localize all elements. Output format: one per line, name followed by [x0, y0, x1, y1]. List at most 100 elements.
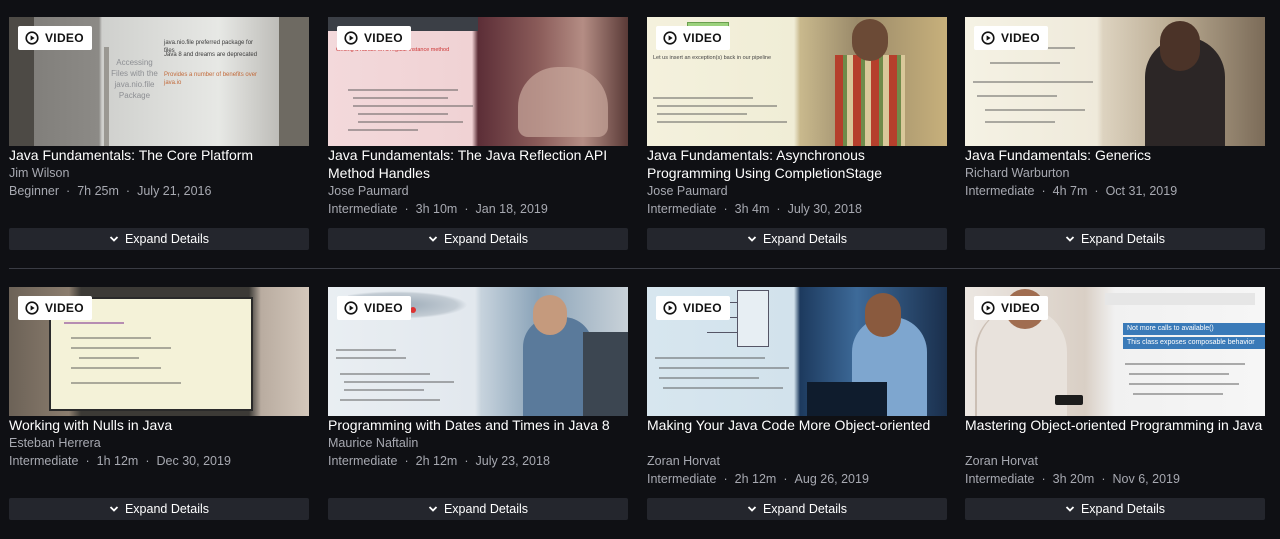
expand-details-label: Expand Details: [124, 502, 210, 516]
expand-details-label: Expand Details: [762, 232, 848, 246]
expand-details-label: Expand Details: [1080, 502, 1166, 516]
course-card[interactable]: Getting a handle on a regular instance m…: [328, 17, 628, 252]
course-level: Intermediate: [328, 454, 398, 468]
meta-separator: ·: [66, 184, 71, 198]
meta-separator: ·: [145, 454, 150, 468]
course-card[interactable]: VIDEO Making Your Java Code More Object-…: [647, 287, 947, 522]
course-author[interactable]: Esteban Herrera: [9, 434, 309, 452]
course-title[interactable]: Working with Nulls in Java: [9, 416, 309, 434]
course-title[interactable]: Java Fundamentals: Asynchronous Programm…: [647, 146, 947, 182]
course-level: Intermediate: [647, 472, 717, 486]
course-date: Aug 26, 2019: [794, 472, 869, 486]
course-date: Jan 18, 2019: [475, 202, 548, 216]
course-title[interactable]: Programming with Dates and Times in Java…: [328, 416, 628, 434]
course-meta: Intermediate · 3h 10m · Jan 18, 2019: [328, 200, 628, 218]
expand-details-button[interactable]: Expand Details: [9, 228, 309, 250]
meta-separator: ·: [776, 202, 781, 216]
expand-details-label: Expand Details: [443, 502, 529, 516]
course-title[interactable]: Java Fundamentals: The Java Reflection A…: [328, 146, 628, 182]
chevron-down-icon: [428, 506, 438, 512]
video-badge: VIDEO: [18, 296, 92, 320]
course-duration: 2h 12m: [734, 472, 777, 486]
course-author[interactable]: Zoran Horvat: [965, 452, 1265, 470]
course-level: Intermediate: [647, 202, 717, 216]
course-title[interactable]: Making Your Java Code More Object-orient…: [647, 416, 947, 434]
course-card[interactable]: Accessing Files with the java.nio.file P…: [9, 17, 309, 252]
expand-details-button[interactable]: Expand Details: [965, 228, 1265, 250]
course-author[interactable]: Jim Wilson: [9, 164, 309, 182]
expand-details-button[interactable]: Expand Details: [647, 228, 947, 250]
expand-details-button[interactable]: Expand Details: [328, 228, 628, 250]
course-title[interactable]: Mastering Object-oriented Programming in…: [965, 416, 1265, 434]
course-author[interactable]: Zoran Horvat: [647, 452, 947, 470]
expand-details-button[interactable]: Expand Details: [965, 498, 1265, 520]
video-badge-label: VIDEO: [364, 301, 403, 315]
course-duration: 3h 20m: [1052, 472, 1095, 486]
course-meta: Intermediate · 1h 12m · Dec 30, 2019: [9, 452, 309, 470]
course-meta: Intermediate · 3h 4m · July 30, 2018: [647, 200, 947, 218]
course-card[interactable]: VIDEO Programming with Dates and Times i…: [328, 287, 628, 522]
course-level: Intermediate: [9, 454, 79, 468]
play-circle-icon: [663, 301, 677, 315]
video-badge-label: VIDEO: [683, 301, 722, 315]
course-card[interactable]: VIDEO Working with Nulls in Java Esteban…: [9, 287, 309, 522]
course-title[interactable]: Java Fundamentals: Generics: [965, 146, 1265, 164]
course-date: July 21, 2016: [137, 184, 212, 198]
course-thumbnail[interactable]: VIDEO: [965, 17, 1265, 146]
course-thumbnail[interactable]: VIDEO: [328, 287, 628, 416]
course-level: Intermediate: [965, 472, 1035, 486]
meta-separator: ·: [783, 472, 788, 486]
course-author[interactable]: Maurice Naftalin: [328, 434, 628, 452]
course-author[interactable]: Richard Warburton: [965, 164, 1265, 182]
meta-separator: ·: [1094, 184, 1099, 198]
course-thumbnail[interactable]: VIDEO: [647, 287, 947, 416]
video-badge: VIDEO: [656, 26, 730, 50]
course-level: Beginner: [9, 184, 60, 198]
meta-separator: ·: [723, 472, 728, 486]
play-circle-icon: [25, 301, 39, 315]
course-duration: 2h 12m: [415, 454, 458, 468]
course-card[interactable]: Not more calls to available() This class…: [965, 287, 1265, 522]
course-meta: Intermediate · 2h 12m · Aug 26, 2019: [647, 470, 947, 488]
chevron-down-icon: [109, 236, 119, 242]
course-duration: 1h 12m: [96, 454, 139, 468]
course-thumbnail[interactable]: Let us insert an exception(s) back in ou…: [647, 17, 947, 146]
course-level: Intermediate: [328, 202, 398, 216]
expand-details-button[interactable]: Expand Details: [328, 498, 628, 520]
play-circle-icon: [344, 301, 358, 315]
video-badge-label: VIDEO: [1001, 31, 1040, 45]
course-author[interactable]: Jose Paumard: [328, 182, 628, 200]
chevron-down-icon: [747, 236, 757, 242]
expand-details-label: Expand Details: [1080, 232, 1166, 246]
course-title[interactable]: Java Fundamentals: The Core Platform: [9, 146, 309, 164]
course-meta: Intermediate · 2h 12m · July 23, 2018: [328, 452, 628, 470]
play-circle-icon: [25, 31, 39, 45]
course-card[interactable]: Let us insert an exception(s) back in ou…: [647, 17, 947, 252]
course-card[interactable]: VIDEO Java Fundamentals: Generics Richar…: [965, 17, 1265, 252]
meta-separator: ·: [85, 454, 90, 468]
meta-separator: ·: [404, 454, 409, 468]
course-thumbnail[interactable]: Getting a handle on a regular instance m…: [328, 17, 628, 146]
course-date: Oct 31, 2019: [1105, 184, 1178, 198]
play-circle-icon: [663, 31, 677, 45]
video-badge-label: VIDEO: [45, 301, 84, 315]
course-date: July 23, 2018: [475, 454, 550, 468]
course-meta: Beginner · 7h 25m · July 21, 2016: [9, 182, 309, 200]
play-circle-icon: [981, 31, 995, 45]
thumb-slide-title: Accessing Files with the java.nio.file P…: [111, 58, 158, 100]
video-badge: VIDEO: [974, 296, 1048, 320]
course-level: Intermediate: [965, 184, 1035, 198]
course-thumbnail[interactable]: VIDEO: [9, 287, 309, 416]
course-thumbnail[interactable]: Accessing Files with the java.nio.file P…: [9, 17, 309, 146]
meta-separator: ·: [464, 454, 469, 468]
meta-separator: ·: [125, 184, 131, 198]
video-badge: VIDEO: [337, 26, 411, 50]
course-author[interactable]: Jose Paumard: [647, 182, 947, 200]
expand-details-label: Expand Details: [124, 232, 210, 246]
expand-details-button[interactable]: Expand Details: [9, 498, 309, 520]
course-thumbnail[interactable]: Not more calls to available() This class…: [965, 287, 1265, 416]
expand-details-button[interactable]: Expand Details: [647, 498, 947, 520]
chevron-down-icon: [428, 236, 438, 242]
meta-separator: ·: [723, 202, 728, 216]
meta-separator: ·: [464, 202, 469, 216]
